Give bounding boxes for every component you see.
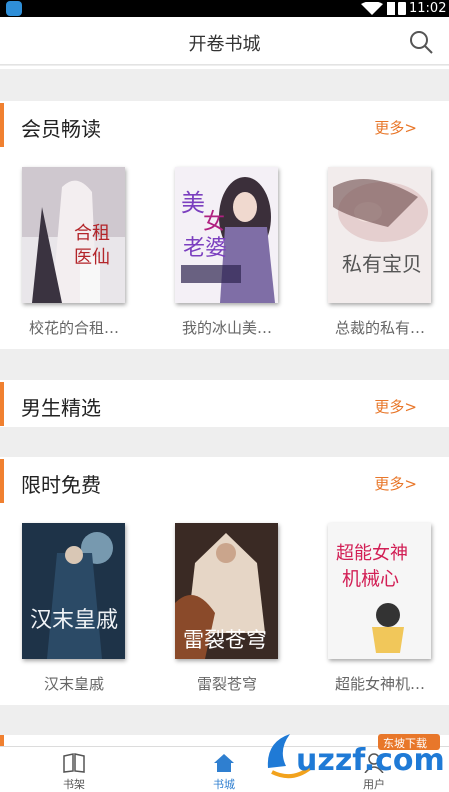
section-member: 会员畅读 更多> 合租 医仙 校花的合租… 美 女 老婆 我的冰山美… 私有宝贝… bbox=[0, 101, 449, 349]
section-title: 限时免费 bbox=[21, 473, 101, 497]
home-icon bbox=[214, 754, 234, 772]
search-icon[interactable] bbox=[408, 29, 434, 55]
book-title: 汉末皇戚 bbox=[43, 675, 104, 693]
svg-text:老婆: 老婆 bbox=[183, 236, 227, 261]
book-icon bbox=[63, 753, 85, 773]
svg-text:私有宝贝: 私有宝贝 bbox=[342, 252, 422, 276]
app-notification-icon bbox=[6, 1, 22, 16]
app-header: 开卷书城 bbox=[0, 17, 449, 65]
battery-icon bbox=[398, 2, 406, 15]
book-cover[interactable]: 美 女 老婆 bbox=[175, 167, 278, 303]
book-title: 我的冰山美… bbox=[181, 319, 272, 337]
page-title: 开卷书城 bbox=[188, 34, 261, 55]
more-link[interactable]: 更多> bbox=[374, 473, 417, 494]
book-title: 校花的合租… bbox=[28, 319, 119, 337]
cover-title: 合租 bbox=[74, 223, 110, 244]
status-bar: 11:02 bbox=[0, 0, 449, 17]
watermark-logo: uzzf.com 东坡下载 bbox=[267, 734, 444, 779]
svg-text:医仙: 医仙 bbox=[74, 247, 110, 268]
svg-text:机械心: 机械心 bbox=[342, 568, 399, 590]
svg-text:雷裂苍穹: 雷裂苍穹 bbox=[183, 628, 267, 652]
book-title: 超能女神机… bbox=[334, 675, 425, 693]
section-accent-bar bbox=[0, 382, 4, 426]
svg-text:东坡下载: 东坡下载 bbox=[383, 737, 427, 750]
book-cover[interactable]: 雷裂苍穹 bbox=[175, 523, 278, 659]
nav-label: 书架 bbox=[63, 778, 85, 791]
book-cover[interactable]: 汉末皇戚 bbox=[22, 523, 125, 659]
section-title: 会员畅读 bbox=[21, 117, 101, 141]
book-cover[interactable]: 超能女神 机械心 bbox=[328, 523, 431, 659]
more-link[interactable]: 更多> bbox=[374, 396, 417, 417]
section-title: 男生精选 bbox=[21, 396, 101, 420]
svg-text:超能女神: 超能女神 bbox=[336, 543, 408, 564]
book-title: 总裁的私有… bbox=[334, 319, 425, 337]
svg-text:汉末皇戚: 汉末皇戚 bbox=[30, 608, 118, 633]
nav-label: 书城 bbox=[213, 778, 235, 791]
book-cover[interactable]: 合租 医仙 bbox=[22, 167, 125, 303]
nav-bookshelf[interactable]: 书架 bbox=[34, 747, 114, 792]
section-accent-bar bbox=[0, 459, 4, 503]
svg-text:美: 美 bbox=[181, 189, 205, 217]
section-limited-free: 限时免费 更多> 汉末皇戚 汉末皇戚 雷裂苍穹 雷裂苍穹 超能女神 机械心 超能… bbox=[0, 457, 449, 705]
status-time: 11:02 bbox=[409, 1, 447, 16]
wifi-icon bbox=[361, 2, 383, 15]
nav-bookstore[interactable]: 书城 bbox=[184, 747, 264, 792]
book-title: 雷裂苍穹 bbox=[196, 675, 257, 693]
svg-text:女: 女 bbox=[203, 210, 225, 235]
section-accent-bar bbox=[0, 103, 4, 147]
section-accent-bar bbox=[0, 735, 4, 746]
more-link[interactable]: 更多> bbox=[374, 117, 417, 138]
banner-edge bbox=[0, 66, 449, 69]
section-male-picks: 男生精选 更多> bbox=[0, 380, 449, 427]
sim-icon bbox=[387, 2, 395, 15]
book-cover[interactable]: 私有宝贝 bbox=[328, 167, 431, 303]
